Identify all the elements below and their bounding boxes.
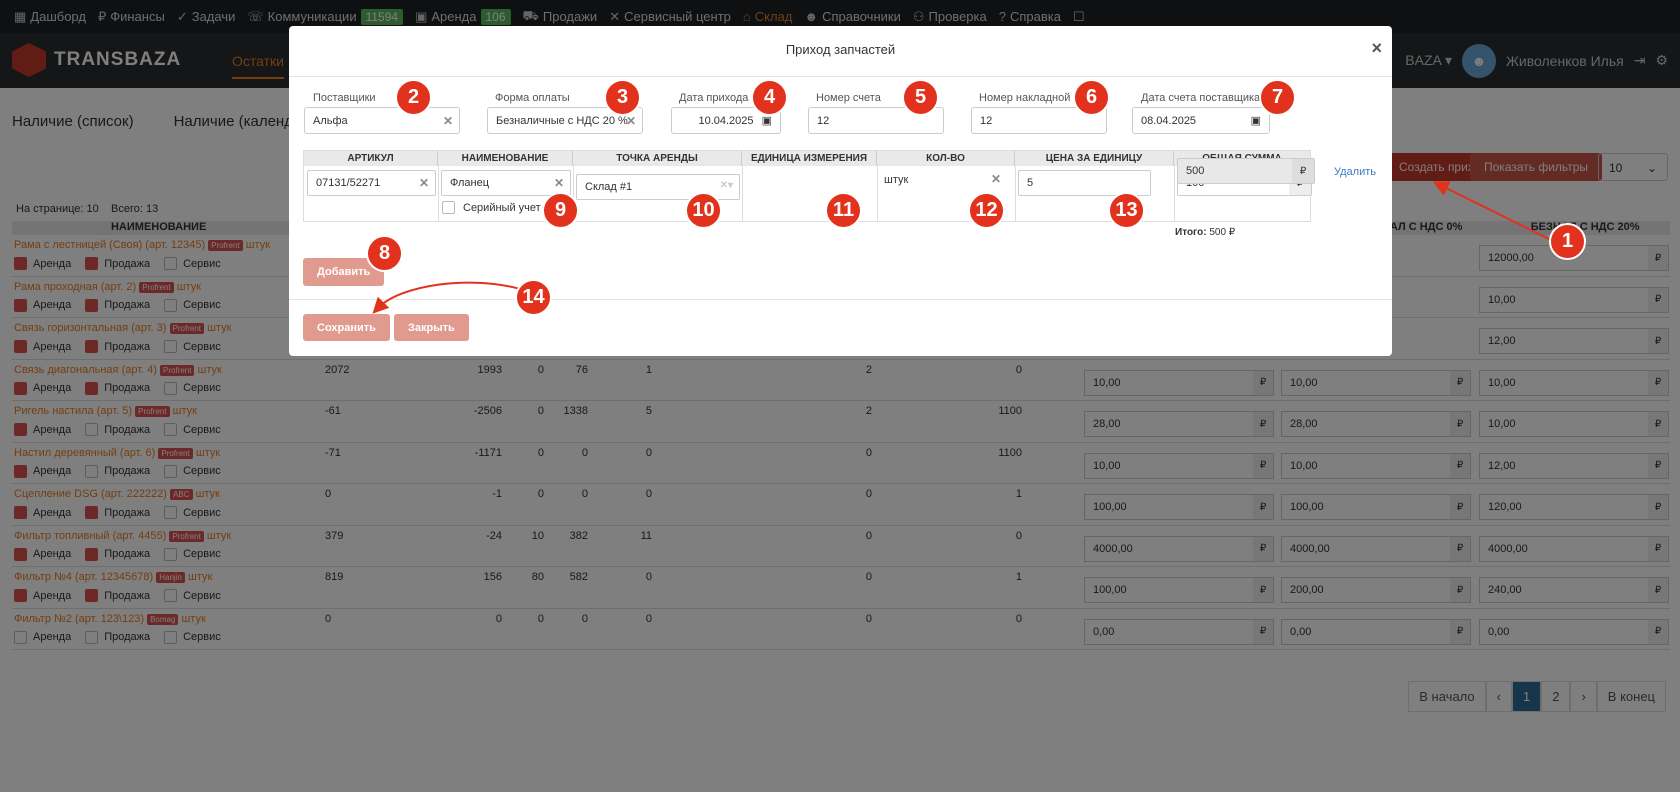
marker-12: 12 xyxy=(968,192,1005,229)
marker-2: 2 xyxy=(395,79,432,116)
marker-5: 5 xyxy=(902,79,939,116)
marker-9: 9 xyxy=(542,192,579,229)
marker-11: 11 xyxy=(825,192,862,229)
marker-8: 8 xyxy=(366,235,403,272)
marker-6: 6 xyxy=(1073,79,1110,116)
marker-3: 3 xyxy=(604,79,641,116)
arrow-1 xyxy=(1432,181,1554,242)
annotation-arrows xyxy=(372,181,1554,314)
marker-14: 14 xyxy=(515,279,552,316)
marker-10: 10 xyxy=(685,192,722,229)
marker-7: 7 xyxy=(1259,79,1296,116)
marker-1: 1 xyxy=(1549,223,1586,260)
marker-4: 4 xyxy=(751,79,788,116)
marker-13: 13 xyxy=(1108,192,1145,229)
arrow-14 xyxy=(372,281,521,314)
